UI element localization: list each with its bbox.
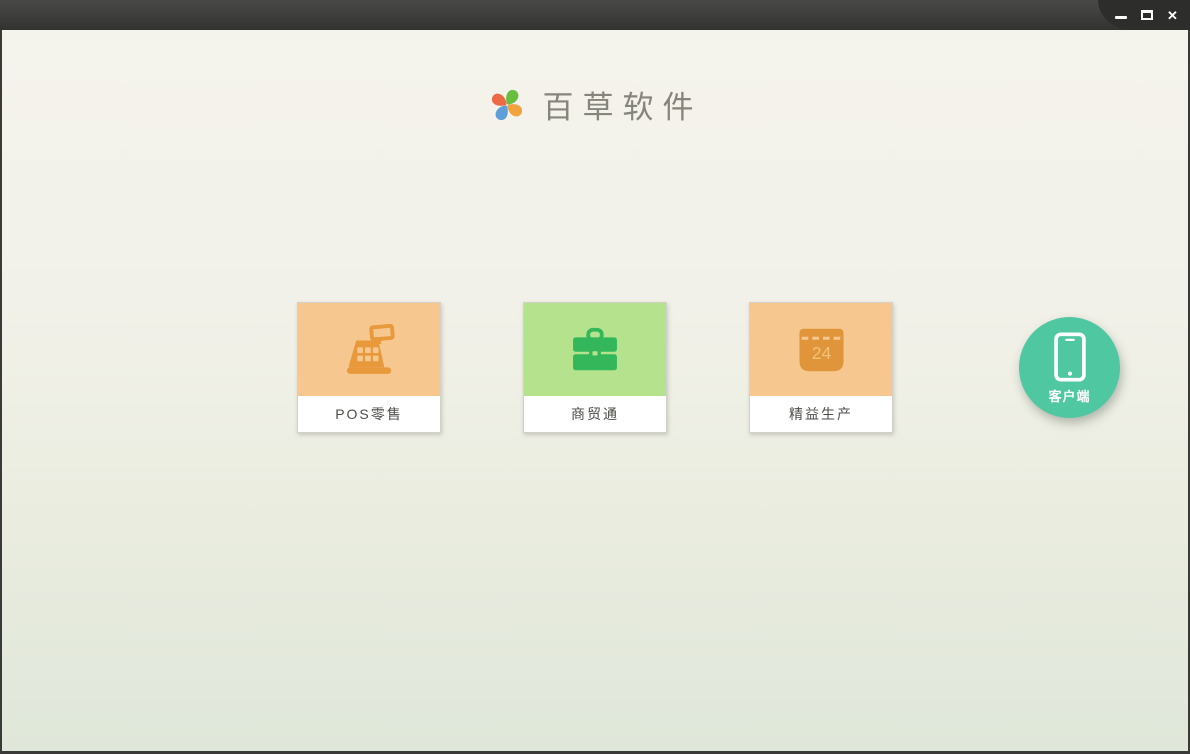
product-label-lean: 精益生产 — [750, 396, 892, 432]
close-button[interactable]: ✕ — [1164, 6, 1181, 24]
product-label-pos: POS零售 — [298, 396, 440, 432]
cash-register-icon — [346, 323, 395, 374]
maximize-button[interactable] — [1138, 6, 1155, 24]
app-title: 百草软件 — [542, 90, 703, 126]
client-app-button[interactable]: 客户端 — [1019, 317, 1120, 418]
product-tile-lean: 24 — [750, 303, 892, 396]
calendar-icon: 24 — [798, 328, 844, 371]
titlebar: ✕ — [0, 0, 1190, 30]
minimize-icon — [1114, 16, 1127, 19]
briefcase-icon — [573, 327, 617, 370]
pinwheel-logo-icon — [491, 89, 522, 120]
app-logo: 百草软件 — [2, 82, 1188, 127]
product-label-trade: 商贸通 — [524, 396, 666, 432]
calendar-day-number: 24 — [811, 342, 831, 362]
product-tile-trade — [524, 303, 666, 396]
maximize-icon — [1140, 10, 1153, 20]
window-controls: ✕ — [1098, 0, 1190, 30]
close-icon: ✕ — [1167, 7, 1178, 23]
product-card-pos[interactable]: POS零售 — [297, 302, 441, 433]
product-tile-pos — [298, 303, 440, 396]
main-content: 百草软件 POS零售 商贸通 24 精益生产 客户端 — [0, 30, 1190, 754]
product-card-trade[interactable]: 商贸通 — [523, 302, 667, 433]
app-window: ✕ 百草软件 POS零售 商贸通 24 精益生产 客户端 — [0, 0, 1190, 754]
product-card-lean[interactable]: 24 精益生产 — [749, 302, 893, 433]
minimize-button[interactable] — [1112, 6, 1129, 24]
client-button-label: 客户端 — [1048, 389, 1091, 404]
smartphone-icon — [1053, 332, 1086, 382]
